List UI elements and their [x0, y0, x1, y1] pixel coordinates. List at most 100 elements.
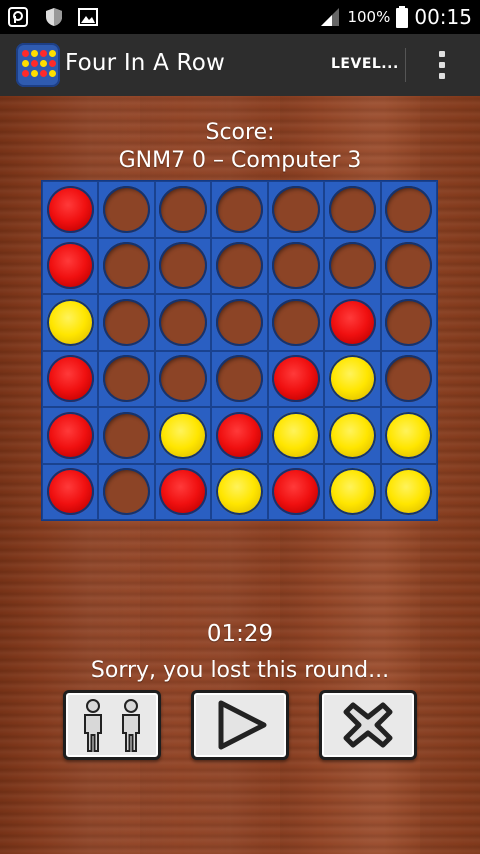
- board-cell[interactable]: [324, 463, 381, 520]
- board-cell[interactable]: [42, 350, 99, 407]
- board-cell[interactable]: [267, 463, 325, 520]
- empty-slot: [215, 242, 264, 290]
- board-cell[interactable]: [42, 237, 99, 294]
- game-board[interactable]: [41, 180, 438, 521]
- yellow-disc: [159, 411, 207, 459]
- red-disc: [46, 185, 94, 233]
- red-disc: [46, 242, 94, 290]
- board-cell[interactable]: [324, 181, 381, 238]
- empty-slot: [272, 298, 320, 346]
- board-cell[interactable]: [98, 294, 155, 351]
- board-cell[interactable]: [154, 463, 212, 520]
- board-cell[interactable]: [211, 237, 268, 294]
- close-button[interactable]: [319, 690, 417, 760]
- play-icon: [218, 700, 267, 750]
- score-label: Score:: [205, 120, 275, 145]
- empty-slot: [102, 185, 151, 233]
- two-player-button[interactable]: [63, 690, 161, 760]
- empty-slot: [272, 185, 320, 233]
- board-cell[interactable]: [211, 463, 268, 520]
- empty-slot: [102, 355, 151, 403]
- board-cell[interactable]: [380, 237, 437, 294]
- app-bar: Four In A Row LEVEL...: [0, 34, 480, 96]
- red-disc: [46, 411, 94, 459]
- two-players-icon: [84, 699, 140, 752]
- board-cell[interactable]: [154, 237, 212, 294]
- board-cell[interactable]: [42, 407, 99, 464]
- board-cell[interactable]: [154, 350, 212, 407]
- board-cell[interactable]: [267, 294, 325, 351]
- shield-icon: [46, 8, 62, 26]
- empty-slot: [215, 298, 264, 346]
- signal-icon: [321, 8, 340, 26]
- board-cell[interactable]: [267, 237, 325, 294]
- board-cell[interactable]: [154, 181, 212, 238]
- board-cell[interactable]: [267, 350, 325, 407]
- red-disc: [159, 468, 207, 516]
- timer: 01:29: [206, 621, 274, 647]
- empty-slot: [328, 242, 377, 290]
- app-logo-icon: [16, 43, 60, 87]
- yellow-disc: [328, 411, 377, 459]
- battery-percent: 100%: [347, 8, 391, 26]
- empty-slot: [385, 298, 433, 346]
- board-cell[interactable]: [98, 350, 155, 407]
- board-cell[interactable]: [154, 294, 212, 351]
- board-cell[interactable]: [380, 463, 437, 520]
- board-cell[interactable]: [380, 294, 437, 351]
- yellow-disc: [272, 411, 320, 459]
- board-cell[interactable]: [267, 407, 325, 464]
- yellow-disc: [328, 468, 377, 516]
- board-cell[interactable]: [211, 294, 268, 351]
- red-disc: [272, 468, 320, 516]
- empty-slot: [159, 242, 207, 290]
- app-title: Four In A Row: [65, 50, 225, 76]
- result-message: Sorry, you lost this round...: [90, 658, 390, 683]
- image-icon: [78, 8, 98, 26]
- battery-icon: [396, 6, 409, 28]
- score-line: GNM7 0 – Computer 3: [118, 148, 362, 173]
- level-menu-button[interactable]: LEVEL...: [331, 56, 399, 72]
- empty-slot: [159, 298, 207, 346]
- board-cell[interactable]: [324, 350, 381, 407]
- board-cell[interactable]: [154, 407, 212, 464]
- board-cell[interactable]: [42, 463, 99, 520]
- clock: 00:15: [414, 5, 472, 29]
- board-cell[interactable]: [42, 181, 99, 238]
- red-disc: [328, 298, 377, 346]
- empty-slot: [328, 185, 377, 233]
- board-cell[interactable]: [98, 407, 155, 464]
- empty-slot: [102, 411, 151, 459]
- board-cell[interactable]: [211, 181, 268, 238]
- red-disc: [215, 411, 264, 459]
- board-cell[interactable]: [267, 181, 325, 238]
- board-cell[interactable]: [324, 407, 381, 464]
- empty-slot: [385, 242, 433, 290]
- board-cell[interactable]: [380, 350, 437, 407]
- board-cell[interactable]: [98, 463, 155, 520]
- status-bar: 100% 00:15: [0, 0, 480, 34]
- board-cell[interactable]: [42, 294, 99, 351]
- board-cell[interactable]: [211, 350, 268, 407]
- yellow-disc: [385, 411, 433, 459]
- empty-slot: [272, 242, 320, 290]
- empty-slot: [385, 185, 433, 233]
- close-icon: [343, 702, 393, 748]
- play-button[interactable]: [191, 690, 289, 760]
- board-cell[interactable]: [380, 407, 437, 464]
- empty-slot: [159, 355, 207, 403]
- red-disc: [272, 355, 320, 403]
- yellow-disc: [328, 355, 377, 403]
- board-cell[interactable]: [380, 181, 437, 238]
- board-cell[interactable]: [324, 294, 381, 351]
- board-cell[interactable]: [324, 237, 381, 294]
- empty-slot: [102, 298, 151, 346]
- board-cell[interactable]: [98, 237, 155, 294]
- empty-slot: [385, 355, 433, 403]
- empty-slot: [215, 355, 264, 403]
- more-vert-icon[interactable]: [432, 51, 452, 81]
- board-cell[interactable]: [211, 407, 268, 464]
- red-disc: [46, 355, 94, 403]
- board-cell[interactable]: [98, 181, 155, 238]
- empty-slot: [102, 242, 151, 290]
